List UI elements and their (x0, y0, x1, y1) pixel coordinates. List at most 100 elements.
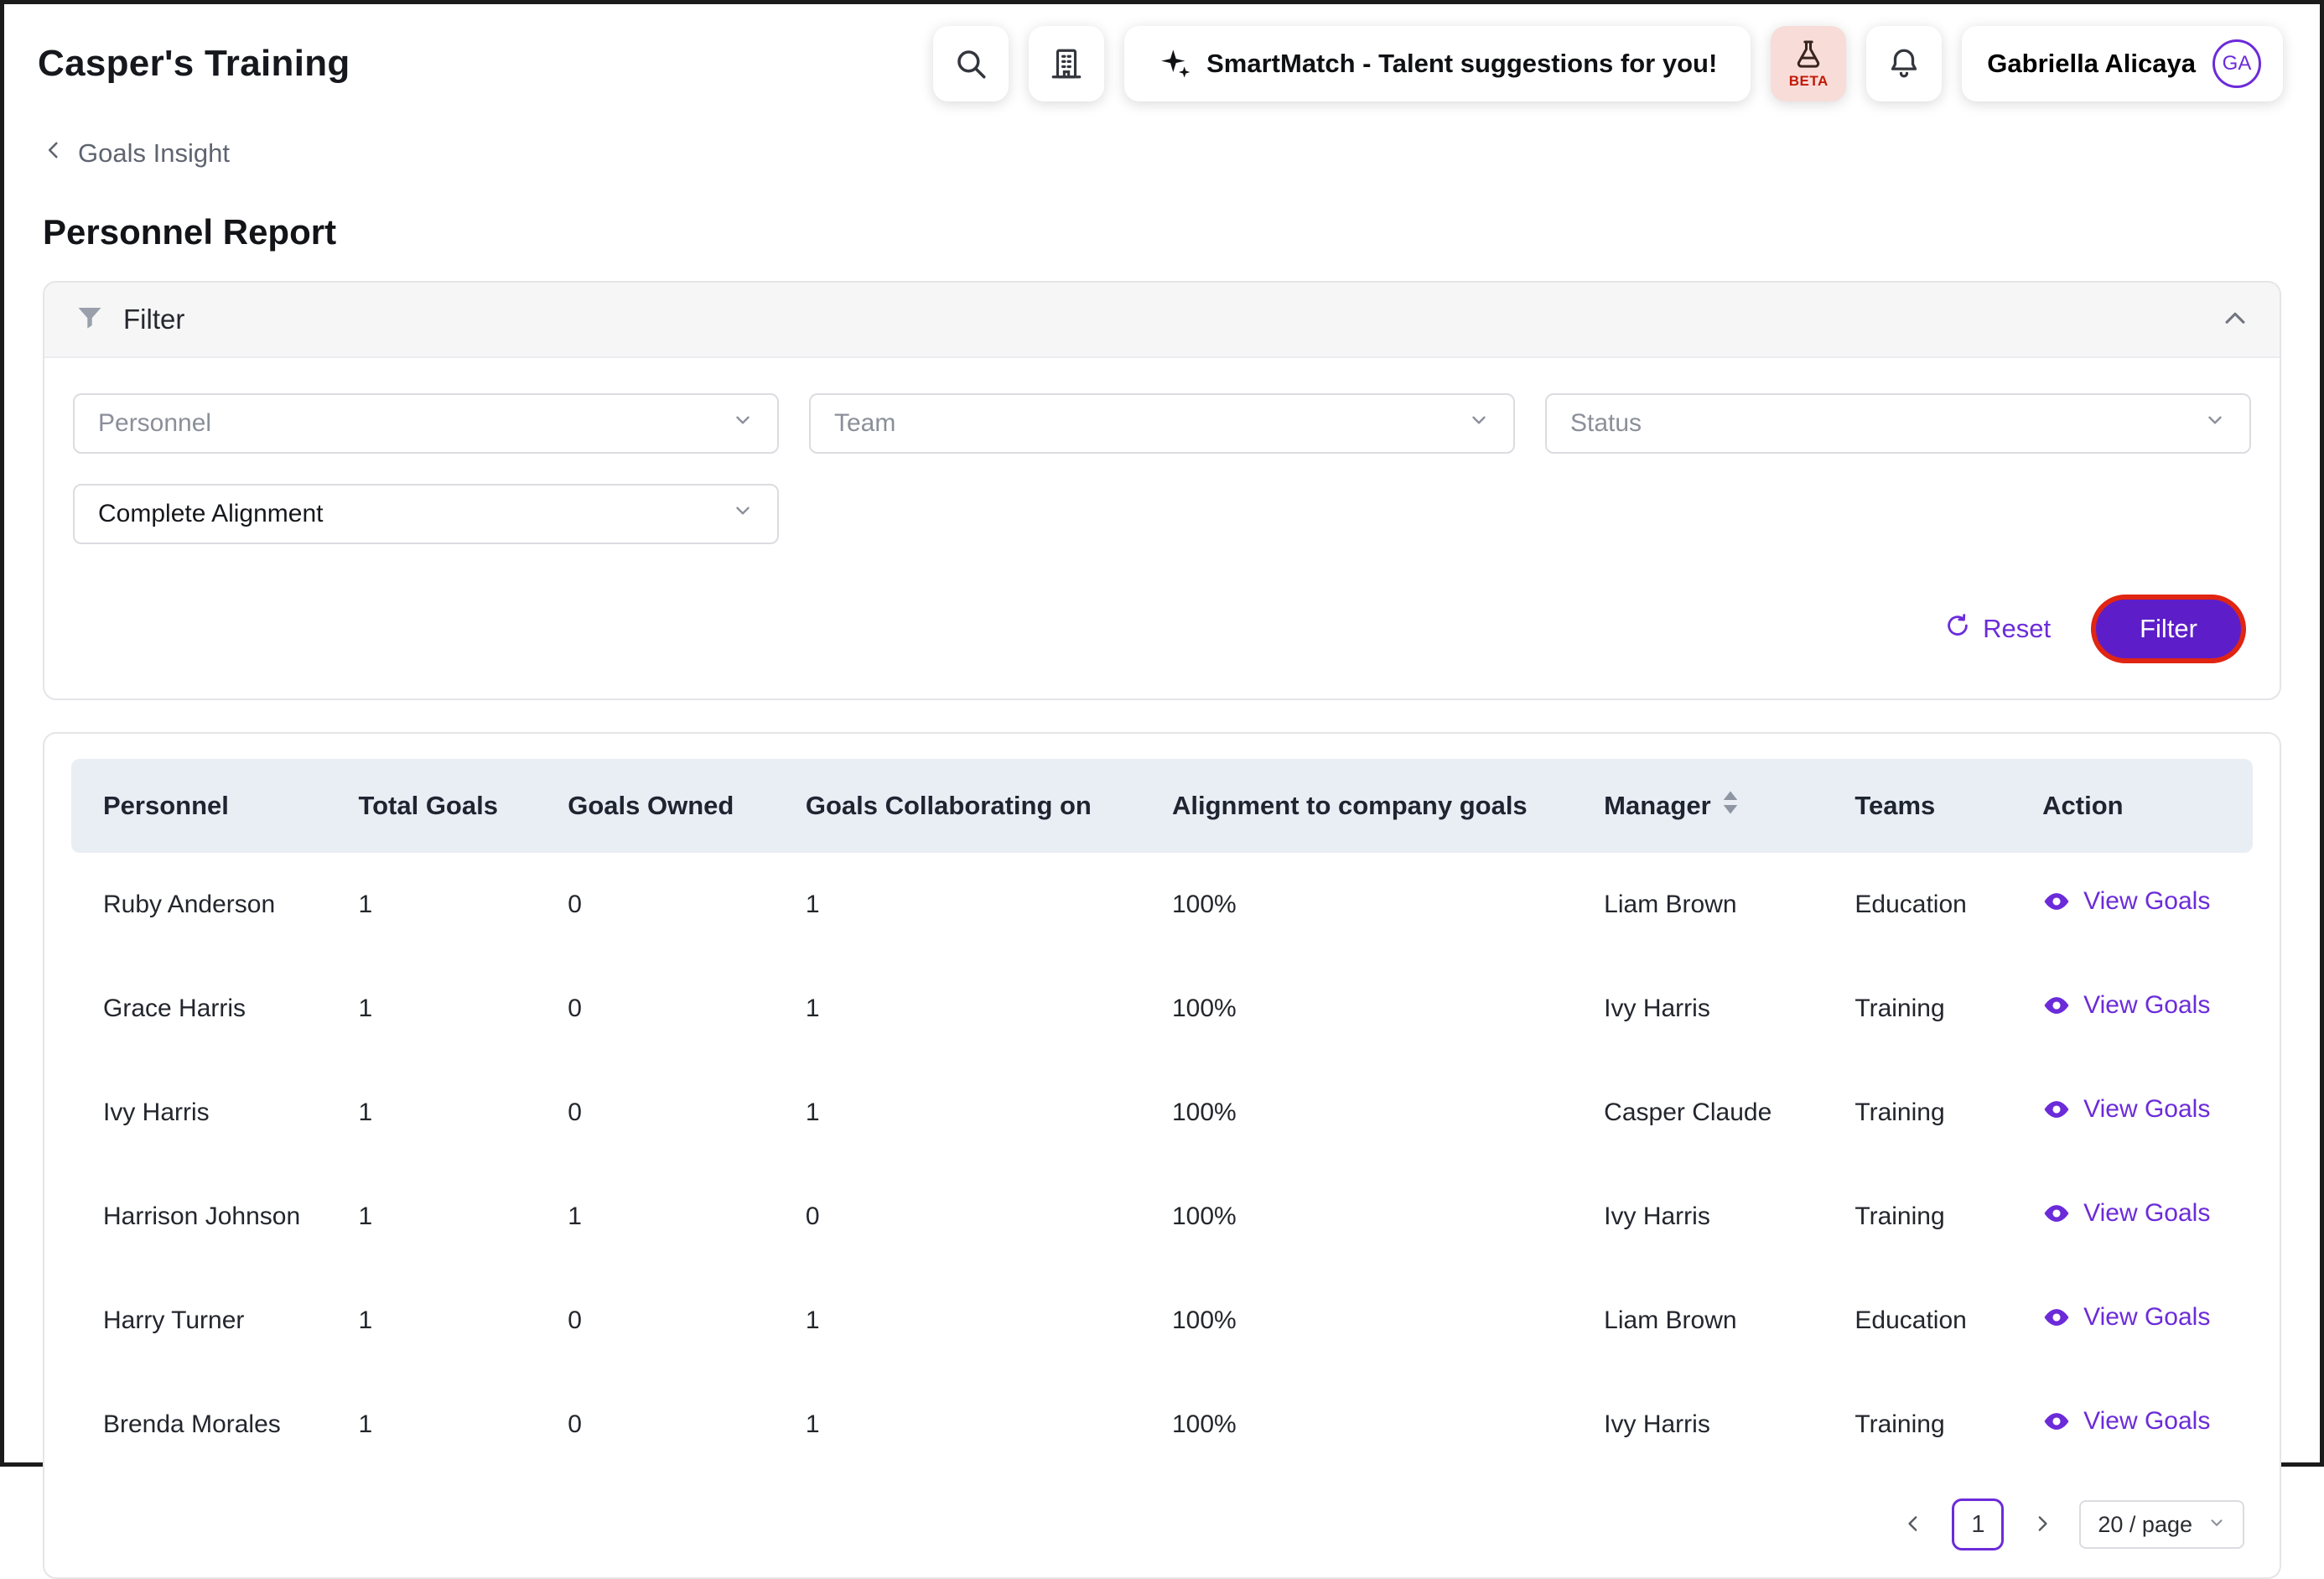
cell-alignment: 100% (1162, 853, 1594, 957)
cell-alignment: 100% (1162, 1165, 1594, 1269)
sparkle-icon (1158, 47, 1191, 81)
cell-goals-collab: 0 (796, 1165, 1162, 1269)
team-select-placeholder: Team (834, 409, 895, 438)
view-goals-link[interactable]: View Goals (2042, 1199, 2210, 1228)
view-goals-label: View Goals (2083, 1303, 2210, 1332)
smartmatch-button[interactable]: SmartMatch - Talent suggestions for you! (1124, 26, 1751, 101)
table-row: Grace Harris101100%Ivy HarrisTraining Vi… (71, 957, 2253, 1061)
cell-total-goals: 1 (348, 957, 558, 1061)
page-title: Personnel Report (4, 212, 2320, 252)
cell-alignment: 100% (1162, 1061, 1594, 1165)
column-header-personnel: Personnel (71, 759, 348, 853)
cell-goals-collab: 1 (796, 853, 1162, 957)
funnel-icon (75, 303, 105, 337)
table-body: Ruby Anderson101100%Liam BrownEducation … (71, 853, 2253, 1477)
chevron-down-icon (2204, 409, 2226, 438)
eye-icon (2042, 887, 2071, 916)
team-select[interactable]: Team (809, 393, 1515, 454)
cell-teams: Training (1844, 1165, 2032, 1269)
labs-button[interactable]: BETA (1771, 26, 1846, 101)
chevron-down-icon (2207, 1512, 2226, 1538)
view-goals-label: View Goals (2083, 991, 2210, 1020)
eye-icon (2042, 1199, 2071, 1228)
reset-icon (1944, 612, 1971, 646)
cell-goals-owned: 0 (558, 1269, 796, 1373)
bell-icon (1886, 46, 1922, 81)
view-goals-link[interactable]: View Goals (2042, 1095, 2210, 1124)
table-row: Ivy Harris101100%Casper ClaudeTraining V… (71, 1061, 2253, 1165)
filter-button[interactable]: Filter (2091, 595, 2246, 663)
cell-total-goals: 1 (348, 853, 558, 957)
column-header-alignment: Alignment to company goals (1162, 759, 1594, 853)
cell-goals-collab: 1 (796, 1061, 1162, 1165)
status-select[interactable]: Status (1545, 393, 2251, 454)
eye-icon (2042, 1303, 2071, 1332)
cell-total-goals: 1 (348, 1165, 558, 1269)
cell-manager: Ivy Harris (1594, 1165, 1844, 1269)
collapse-filter-button[interactable] (2221, 304, 2249, 335)
flask-icon (1792, 38, 1825, 71)
table-header-row: Personnel Total Goals Goals Owned Goals … (71, 759, 2253, 853)
cell-personnel: Brenda Morales (71, 1373, 348, 1477)
page-number-button[interactable]: 1 (1952, 1498, 2004, 1550)
alignment-select[interactable]: Complete Alignment (73, 484, 779, 544)
prev-page-button[interactable] (1898, 1508, 1930, 1542)
filter-panel-title: Filter (123, 304, 184, 335)
company-button[interactable] (1029, 26, 1104, 101)
view-goals-label: View Goals (2083, 1407, 2210, 1436)
cell-alignment: 100% (1162, 957, 1594, 1061)
cell-personnel: Harrison Johnson (71, 1165, 348, 1269)
column-header-goals-collaborating: Goals Collaborating on (796, 759, 1162, 853)
personnel-table: Personnel Total Goals Goals Owned Goals … (71, 759, 2253, 1477)
cell-action: View Goals (2032, 1373, 2253, 1477)
cell-alignment: 100% (1162, 1269, 1594, 1373)
filter-panel: Filter Personnel Team (43, 281, 2281, 700)
chevron-down-icon (732, 409, 754, 438)
cell-total-goals: 1 (348, 1061, 558, 1165)
cell-goals-owned: 0 (558, 957, 796, 1061)
cell-goals-collab: 1 (796, 1269, 1162, 1373)
smartmatch-label: SmartMatch - Talent suggestions for you! (1206, 49, 1717, 79)
chevron-right-icon (2031, 1513, 2052, 1537)
table-row: Harry Turner101100%Liam BrownEducation V… (71, 1269, 2253, 1373)
reset-label: Reset (1983, 614, 2051, 644)
filter-panel-header[interactable]: Filter (44, 283, 2280, 358)
user-menu[interactable]: Gabriella Alicaya GA (1962, 26, 2283, 101)
column-header-teams: Teams (1844, 759, 2032, 853)
eye-icon (2042, 1407, 2071, 1436)
filter-panel-body: Personnel Team Status Complete Alignment (44, 358, 2280, 699)
eye-icon (2042, 991, 2071, 1020)
view-goals-link[interactable]: View Goals (2042, 991, 2210, 1020)
cell-manager: Ivy Harris (1594, 957, 1844, 1061)
view-goals-label: View Goals (2083, 1095, 2210, 1124)
cell-teams: Training (1844, 1373, 2032, 1477)
chevron-down-icon (732, 500, 754, 528)
view-goals-link[interactable]: View Goals (2042, 1407, 2210, 1436)
personnel-select[interactable]: Personnel (73, 393, 779, 454)
column-header-manager[interactable]: Manager (1594, 759, 1844, 853)
cell-teams: Education (1844, 1269, 2032, 1373)
chevron-left-icon (1903, 1513, 1925, 1537)
sort-icon[interactable] (1721, 790, 1740, 822)
view-goals-link[interactable]: View Goals (2042, 1303, 2210, 1332)
cell-goals-owned: 0 (558, 853, 796, 957)
cell-action: View Goals (2032, 853, 2253, 957)
cell-personnel: Harry Turner (71, 1269, 348, 1373)
cell-alignment: 100% (1162, 1373, 1594, 1477)
next-page-button[interactable] (2026, 1508, 2057, 1542)
avatar: GA (2212, 39, 2261, 88)
cell-total-goals: 1 (348, 1373, 558, 1477)
notifications-button[interactable] (1866, 26, 1942, 101)
search-icon (953, 46, 988, 81)
cell-goals-owned: 0 (558, 1373, 796, 1477)
column-header-goals-owned: Goals Owned (558, 759, 796, 853)
cell-action: View Goals (2032, 1061, 2253, 1165)
breadcrumb[interactable]: Goals Insight (4, 138, 268, 169)
cell-personnel: Ruby Anderson (71, 853, 348, 957)
search-button[interactable] (933, 26, 1009, 101)
reset-button[interactable]: Reset (1944, 612, 2051, 646)
page-size-select[interactable]: 20 / page (2079, 1500, 2244, 1549)
view-goals-link[interactable]: View Goals (2042, 887, 2210, 916)
cell-teams: Training (1844, 957, 2032, 1061)
cell-action: View Goals (2032, 1269, 2253, 1373)
